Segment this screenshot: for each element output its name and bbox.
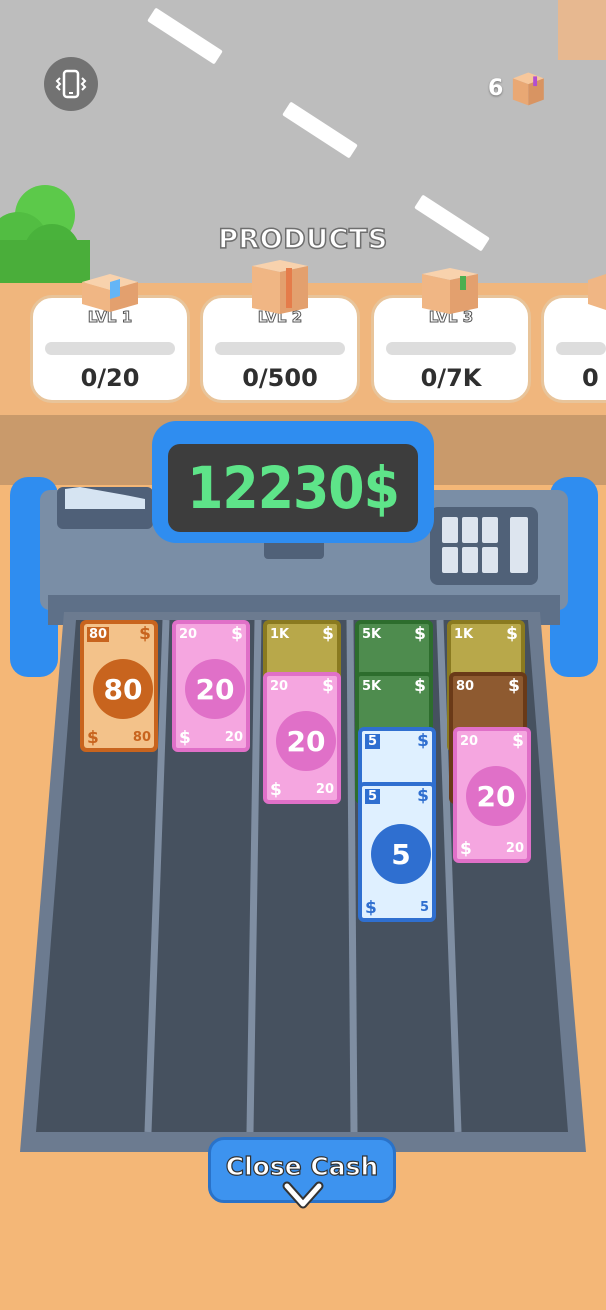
dollar-icon: $ [460, 839, 472, 859]
bill-80[interactable]: 80 $ 80 $ 80 [80, 620, 158, 752]
dollar-icon: $ [414, 676, 426, 696]
bill-denomination: 20 [185, 659, 245, 719]
dollar-icon: $ [231, 624, 243, 644]
bill-corner-value: 5 [365, 734, 381, 749]
bill-corner-value: 20 [505, 841, 524, 856]
products-title: PRODUCTS [217, 223, 388, 256]
phone-vibrate-icon [55, 69, 87, 99]
bill-denomination: 20 [276, 711, 336, 771]
bill-corner-value: 5 [365, 789, 381, 804]
chevron-down-icon[interactable] [281, 1180, 325, 1212]
bill-20[interactable]: 20 $ 20 $ 20 [263, 672, 341, 804]
dollar-icon: $ [414, 624, 426, 644]
bill-corner-value: 80 [456, 679, 475, 694]
bill-5[interactable]: 5 $ 5 $ 5 [358, 782, 436, 922]
dollar-icon: $ [87, 728, 99, 748]
bill-20[interactable]: 20 $ 20 $ 20 [453, 727, 531, 863]
product-progress-value: 0/500 [242, 364, 318, 392]
dollar-icon: $ [417, 786, 429, 806]
bill-denomination: 5 [371, 824, 431, 884]
dollar-icon: $ [322, 624, 334, 644]
bill-corner-value: 1K [454, 627, 474, 642]
dollar-icon: $ [139, 624, 151, 644]
product-progress-value: 0/7K [420, 364, 482, 392]
product-box-icon [82, 274, 138, 312]
product-progress-bar [386, 342, 516, 355]
bill-corner-value: 80 [132, 730, 151, 745]
dollar-icon: $ [322, 676, 334, 696]
bill-corner-value: 5K [362, 627, 382, 642]
box-count-value: 6 [488, 75, 504, 101]
lane-stripe [147, 7, 223, 65]
bill-denomination: 80 [93, 659, 153, 719]
product-progress-value: 0 [582, 364, 599, 392]
box-counter: 6 [488, 68, 548, 108]
dollar-icon: $ [270, 780, 282, 800]
product-box-icon [422, 268, 478, 314]
dollar-icon: $ [512, 731, 524, 751]
dollar-icon: $ [508, 676, 520, 696]
product-progress-bar [45, 342, 175, 355]
bill-corner-value: 80 [87, 627, 110, 642]
bill-corner-value: 1K [270, 627, 290, 642]
bill-corner-value: 5 [419, 900, 429, 915]
product-progress-value: 0/20 [80, 364, 140, 392]
cash-amount: 12230$ [187, 454, 400, 522]
dollar-icon: $ [506, 624, 518, 644]
lane-stripe [282, 101, 358, 159]
bill-denomination: 20 [466, 766, 526, 826]
bill-corner-value: 20 [179, 627, 198, 642]
bill-corner-value: 5K [362, 679, 382, 694]
vibrate-toggle-button[interactable] [44, 57, 98, 111]
dollar-icon: $ [179, 728, 191, 748]
dollar-icon: $ [365, 898, 377, 918]
product-box-icon [252, 260, 308, 314]
bill-20[interactable]: 20 $ 20 $ 20 [172, 620, 250, 752]
product-progress-bar [215, 342, 345, 355]
close-cash-label: Close Cash [225, 1151, 379, 1181]
cardboard-box-icon [513, 72, 545, 106]
bill-corner-value: 20 [224, 730, 243, 745]
bill-corner-value: 20 [315, 782, 334, 797]
cash-display: 12230$ [168, 444, 418, 532]
dollar-icon: $ [417, 731, 429, 751]
building-corner [558, 0, 606, 60]
product-box-icon [588, 274, 606, 310]
bill-corner-value: 20 [460, 734, 479, 749]
product-progress-bar [556, 342, 606, 355]
bill-corner-value: 20 [270, 679, 289, 694]
